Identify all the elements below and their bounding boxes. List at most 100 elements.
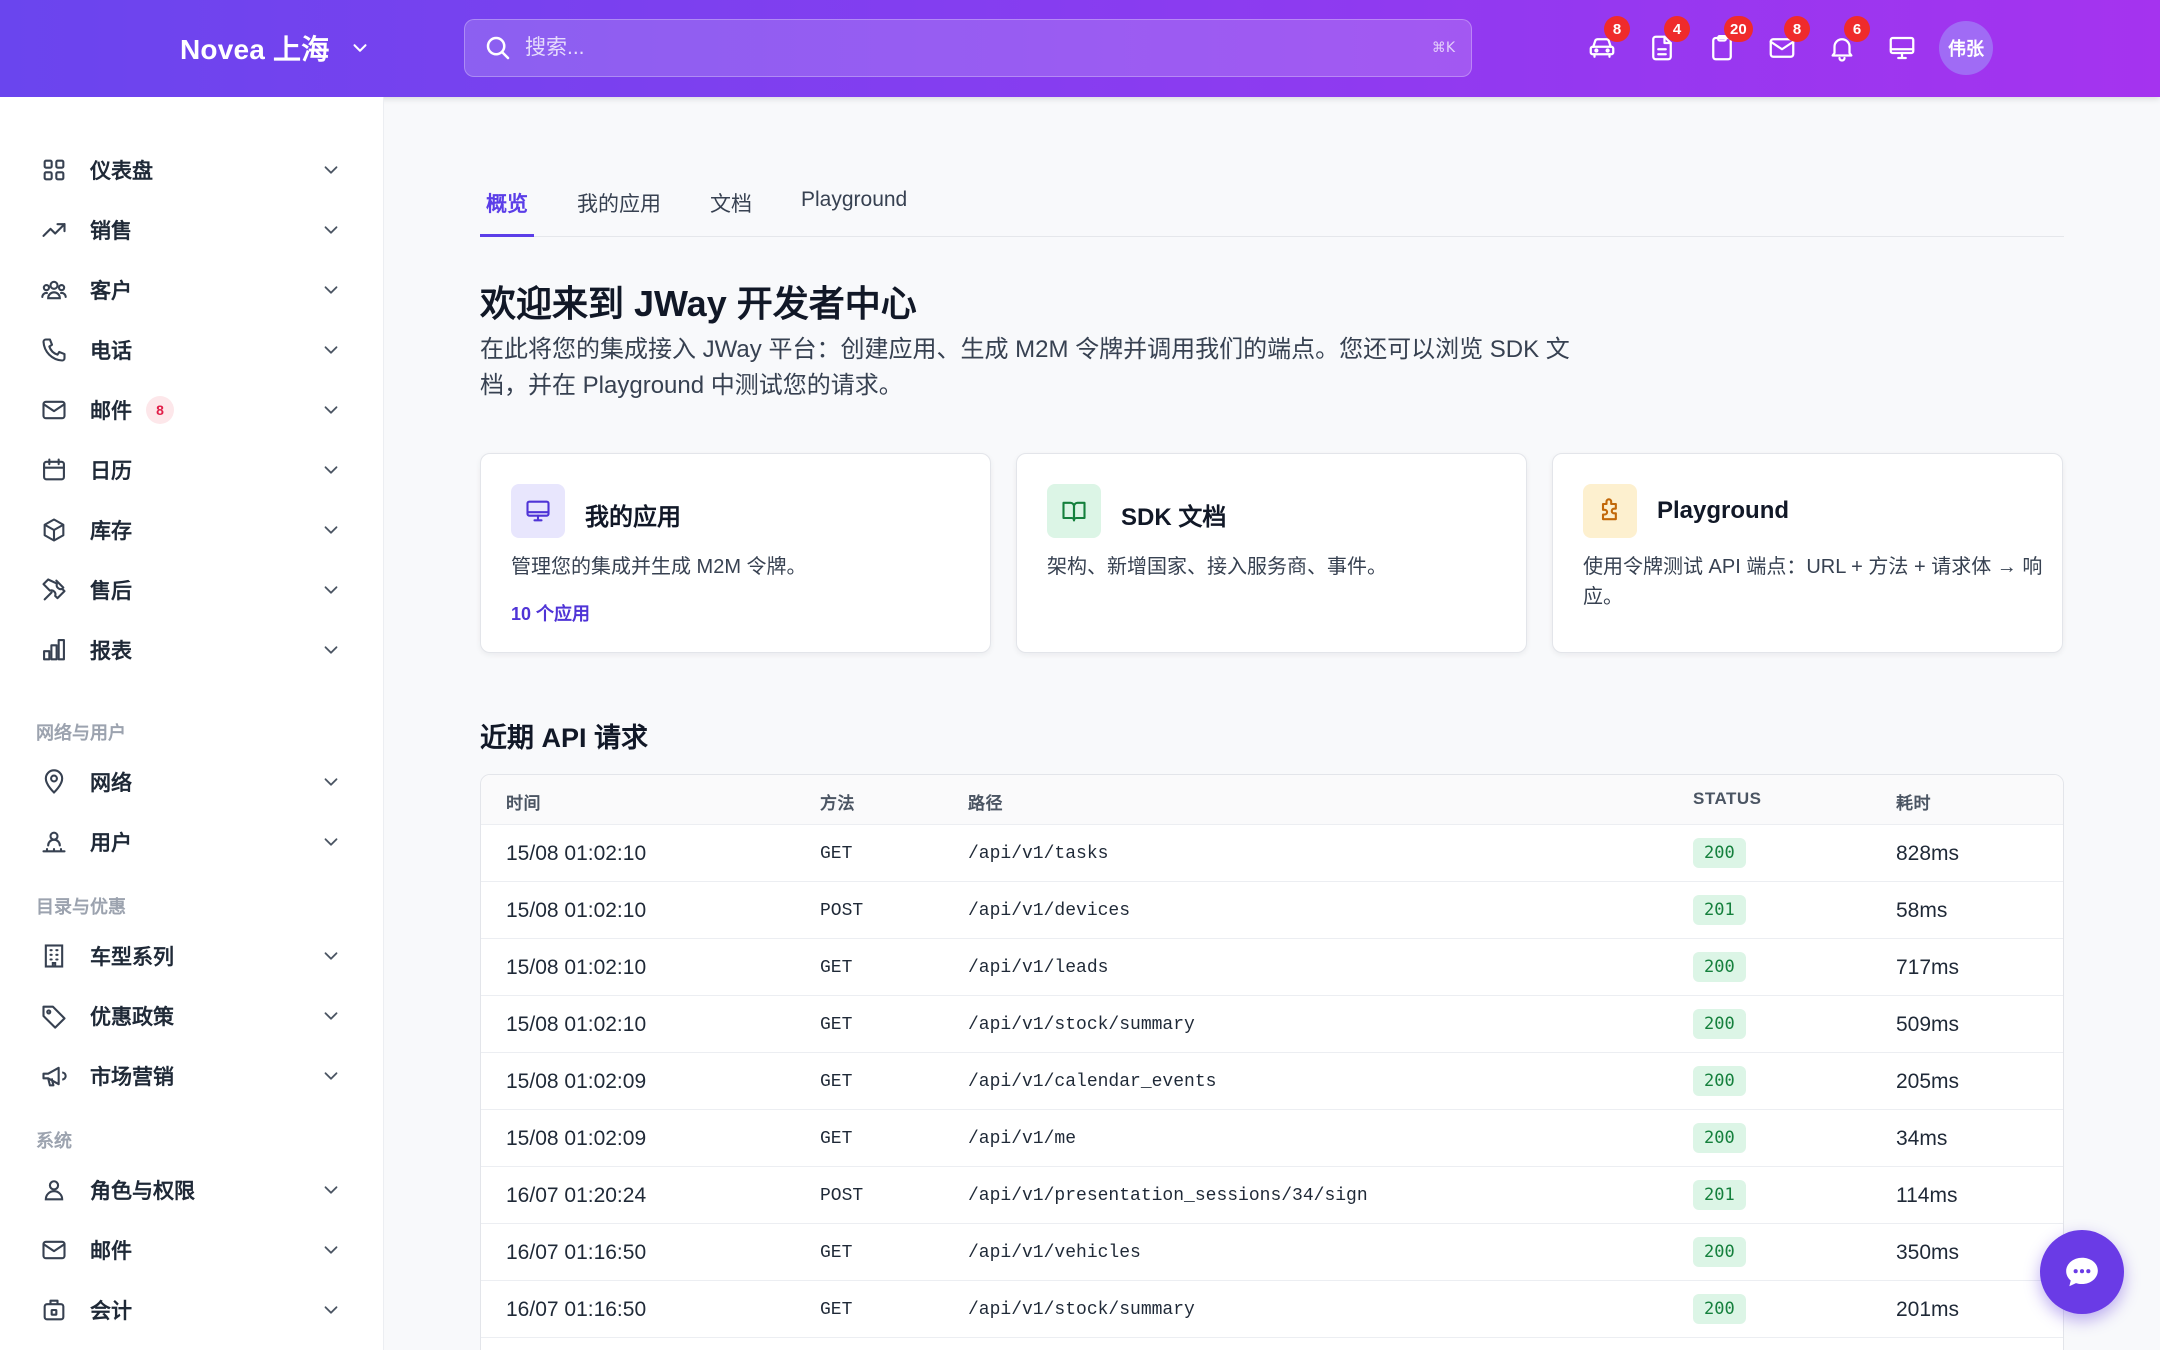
search-bar[interactable]: ⌘K [464, 19, 1472, 77]
cell-method: GET [820, 1243, 853, 1263]
sidebar-item-offers[interactable]: 优惠政策 [40, 991, 350, 1041]
sidebar-item-network[interactable]: 网络 [40, 757, 350, 807]
sidebar-item-label: 电话 [90, 340, 132, 363]
sidebar-item-customers[interactable]: 客户 [40, 265, 350, 315]
documents-button[interactable]: 4 [1632, 16, 1692, 74]
chevron-down-icon [324, 838, 338, 846]
sidebar-item-roles[interactable]: 角色与权限 [40, 1165, 350, 1215]
sidebar: 仪表盘 销售 客户 电话 邮件 8 日历 库存 售后 报表 网络与用户 网络 用… [0, 97, 384, 1350]
status-badge: 200 [1693, 1009, 1746, 1039]
cell-method: GET [820, 1072, 853, 1092]
cell-time: 15/08 01:02:10 [506, 899, 647, 922]
sidebar-item-models[interactable]: 车型系列 [40, 931, 350, 981]
tab-bar: 概览 我的应用 文档 Playground [480, 172, 2064, 237]
table-row[interactable]: 16/07 01:16:50 GET/api/v1/stock/summary 20… [481, 1281, 2063, 1338]
apps-count-link[interactable]: 10 个应用 [511, 600, 590, 626]
sidebar-item-reports[interactable]: 报表 [40, 625, 350, 675]
tasks-button[interactable]: 20 [1692, 16, 1753, 74]
status-badge: 200 [1693, 952, 1746, 982]
bar-chart-icon [40, 636, 68, 664]
cell-method: GET [820, 1015, 853, 1035]
cell-duration: 717ms [1896, 956, 1960, 979]
sidebar-item-label: 邮件 [90, 1240, 132, 1263]
sidebar-item-sales[interactable]: 销售 [40, 205, 350, 255]
cell-duration: 34ms [1896, 1127, 1948, 1150]
tab-docs[interactable]: 文档 [704, 188, 758, 236]
sidebar-item-label: 销售 [90, 220, 132, 243]
chat-icon [2066, 1257, 2098, 1287]
table-row[interactable]: 15/08 01:02:10 POST/api/v1/devices 201 58ms [481, 882, 2063, 939]
api-requests-table: 时间 方法 路径 STATUS 耗时 15/08 01:02:10 GET/api… [480, 774, 2064, 1350]
tab-playground[interactable]: Playground [795, 188, 913, 236]
table-row[interactable]: 15/08 01:02:10 GET/api/v1/leads 200 717ms [481, 939, 2063, 996]
chat-button[interactable] [2040, 1230, 2124, 1314]
sidebar-item-label: 会计 [90, 1300, 132, 1323]
card-description: 管理您的集成并生成 M2M 令牌。 [511, 556, 807, 578]
sidebar-item-phone[interactable]: 电话 [40, 325, 350, 375]
sidebar-item-label: 车型系列 [90, 946, 174, 969]
tag-icon [40, 1002, 68, 1030]
briefcase-lock-icon [40, 1296, 68, 1324]
mail-button[interactable]: 8 [1752, 16, 1812, 74]
sidebar-item-mail[interactable]: 邮件 8 [40, 385, 350, 435]
card-my-apps[interactable]: 我的应用 管理您的集成并生成 M2M 令牌。 10 个应用 [480, 453, 991, 653]
notifications-button[interactable]: 6 [1812, 16, 1872, 74]
sidebar-item-system-mail[interactable]: 邮件 [40, 1225, 350, 1275]
sidebar-item-label: 网络 [90, 772, 132, 795]
column-header-duration: 耗时 [1896, 794, 1931, 813]
card-sdk-docs[interactable]: SDK 文档 架构、新增国家、接入服务商、事件。 [1016, 453, 1527, 653]
cell-time: 15/08 01:02:10 [506, 1013, 647, 1036]
sidebar-item-after-sales[interactable]: 售后 [40, 565, 350, 615]
cell-duration: 114ms [1896, 1184, 1958, 1207]
card-description: 使用令牌测试 API 端点：URL + 方法 + 请求体 → 响应。 [1583, 556, 2043, 608]
sidebar-item-accounting[interactable]: 会计 [40, 1285, 350, 1335]
table-row[interactable]: 15/08 01:02:10 GET/api/v1/stock/summary 20… [481, 996, 2063, 1053]
table-row[interactable]: 15/08 01:02:09 GET/api/v1/me 200 34ms [481, 1110, 2063, 1167]
search-input[interactable] [525, 36, 1432, 60]
cell-method: GET [820, 844, 853, 864]
table-row[interactable]: 15/08 01:02:09 GET/api/v1/calendar_events… [481, 1053, 2063, 1110]
table-row[interactable]: 16/07 01:20:24 POST/api/v1/presentation_s… [481, 1167, 2063, 1224]
chevron-down-icon [324, 166, 338, 174]
sidebar-item-dashboard[interactable]: 仪表盘 [40, 145, 350, 195]
status-badge: 201 [1693, 1180, 1746, 1210]
cell-time: 16/07 01:16:50 [506, 1298, 647, 1321]
user-icon [40, 1176, 68, 1204]
sidebar-item-users[interactable]: 用户 [40, 817, 350, 867]
brand-switcher[interactable]: Novea 上海 [180, 28, 371, 68]
sidebar-item-calendar[interactable]: 日历 [40, 445, 350, 495]
mail-icon [40, 396, 68, 424]
chevron-down-icon [324, 1072, 338, 1080]
table-row[interactable]: 15/08 01:02:10 GET/api/v1/tasks 200 828ms [481, 825, 2063, 882]
car-button[interactable]: 8 [1572, 16, 1632, 74]
chevron-down-icon [353, 44, 367, 52]
cell-duration: 205ms [1896, 1070, 1960, 1093]
tab-overview[interactable]: 概览 [480, 188, 534, 237]
sidebar-item-label: 仪表盘 [90, 160, 153, 183]
cell-duration: 509ms [1896, 1013, 1960, 1036]
sidebar-item-label: 角色与权限 [90, 1180, 195, 1203]
cell-method: POST [820, 1186, 864, 1206]
sidebar-item-inventory[interactable]: 库存 [40, 505, 350, 555]
tab-my-apps[interactable]: 我的应用 [571, 188, 667, 236]
page-title: 欢迎来到 JWay 开发者中心 [480, 283, 917, 324]
search-shortcut: ⌘K [1431, 40, 1455, 56]
avatar[interactable]: 伟张 [1939, 21, 1993, 75]
sidebar-item-label: 库存 [90, 520, 132, 543]
table-row[interactable]: 16/07 01:16:50 GET/api/v1/vehicles 200 350m… [481, 1224, 2063, 1281]
status-badge: 200 [1693, 838, 1746, 868]
status-badge: 200 [1693, 1237, 1746, 1267]
cell-duration: 58ms [1896, 899, 1948, 922]
section-label-network-users: 网络与用户 [36, 723, 126, 743]
cell-duration: 828ms [1896, 842, 1960, 865]
chevron-down-icon [324, 346, 338, 354]
box-icon [40, 516, 68, 544]
status-badge: 200 [1693, 1123, 1746, 1153]
book-icon [1047, 484, 1101, 538]
map-pin-icon [40, 768, 68, 796]
table-header: 时间 方法 路径 STATUS 耗时 [481, 775, 2063, 825]
display-button[interactable] [1872, 22, 1932, 74]
card-playground[interactable]: Playground 使用令牌测试 API 端点：URL + 方法 + 请求体 … [1552, 453, 2063, 653]
sidebar-item-marketing[interactable]: 市场营销 [40, 1051, 350, 1101]
section-label-catalog: 目录与优惠 [36, 897, 126, 917]
